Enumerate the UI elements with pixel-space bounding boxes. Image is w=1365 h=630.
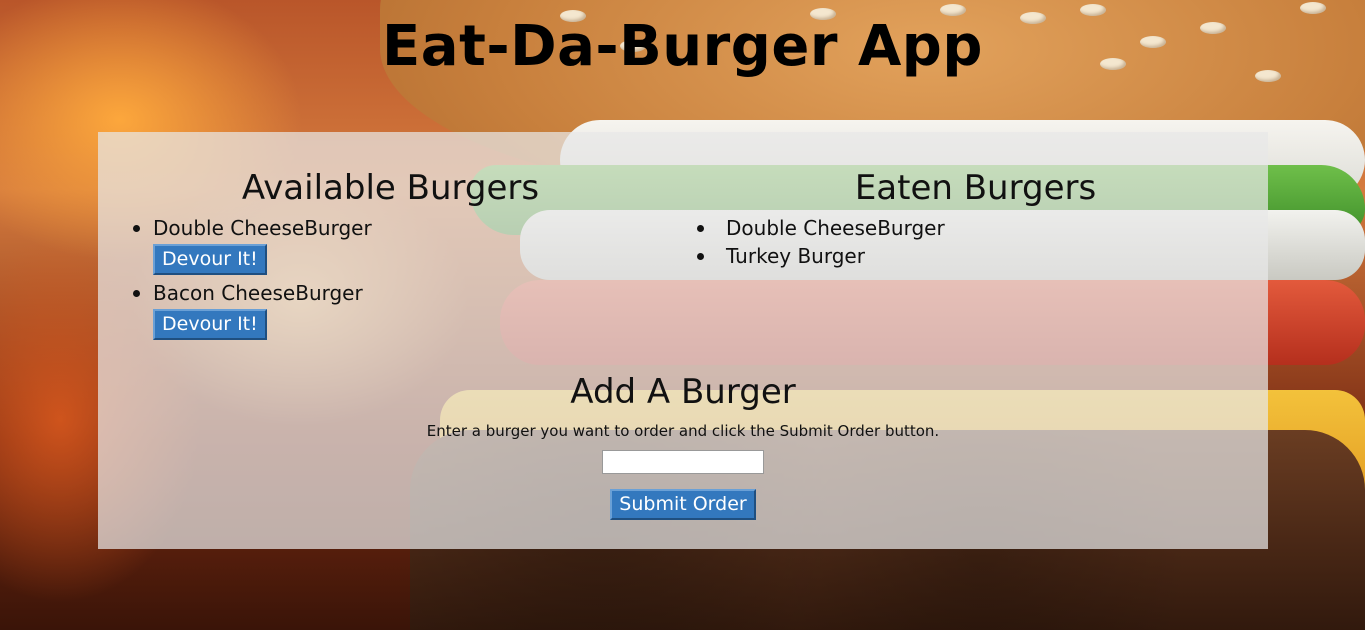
page-title: Eat-Da-Burger App [382, 14, 983, 79]
list-item: Bacon CheeseBurger Devour It! [98, 279, 683, 340]
burger-name-input[interactable] [602, 450, 764, 474]
list-item: Turkey Burger [683, 242, 1268, 270]
burger-name: Double CheeseBurger [153, 216, 372, 240]
eaten-burgers-section: Eaten Burgers Double CheeseBurger Turkey… [683, 132, 1268, 270]
submit-order-button[interactable]: Submit Order [610, 489, 756, 520]
burger-name: Double CheeseBurger [726, 216, 945, 240]
main-panel: Available Burgers Double CheeseBurger De… [98, 132, 1268, 549]
eaten-burgers-heading: Eaten Burgers [854, 168, 1097, 208]
devour-button[interactable]: Devour It! [153, 244, 267, 275]
burger-name: Turkey Burger [726, 244, 865, 268]
add-burger-heading: Add A Burger [570, 372, 796, 412]
add-burger-section: Add A Burger Enter a burger you want to … [98, 372, 1268, 520]
eaten-burgers-list: Double CheeseBurger Turkey Burger [683, 214, 1268, 270]
bullet-icon [697, 225, 704, 232]
available-burgers-section: Available Burgers Double CheeseBurger De… [98, 132, 683, 344]
sesame-seed [1300, 2, 1326, 14]
list-item: Double CheeseBurger [683, 214, 1268, 242]
list-item: Double CheeseBurger Devour It! [98, 214, 683, 275]
bullet-icon [133, 225, 140, 232]
devour-button[interactable]: Devour It! [153, 309, 267, 340]
available-burgers-list: Double CheeseBurger Devour It! Bacon Che… [98, 214, 683, 340]
burger-name: Bacon CheeseBurger [153, 281, 363, 305]
add-burger-instructions: Enter a burger you want to order and cli… [426, 422, 940, 440]
bullet-icon [697, 253, 704, 260]
available-burgers-heading: Available Burgers [241, 168, 540, 208]
bullet-icon [133, 290, 140, 297]
